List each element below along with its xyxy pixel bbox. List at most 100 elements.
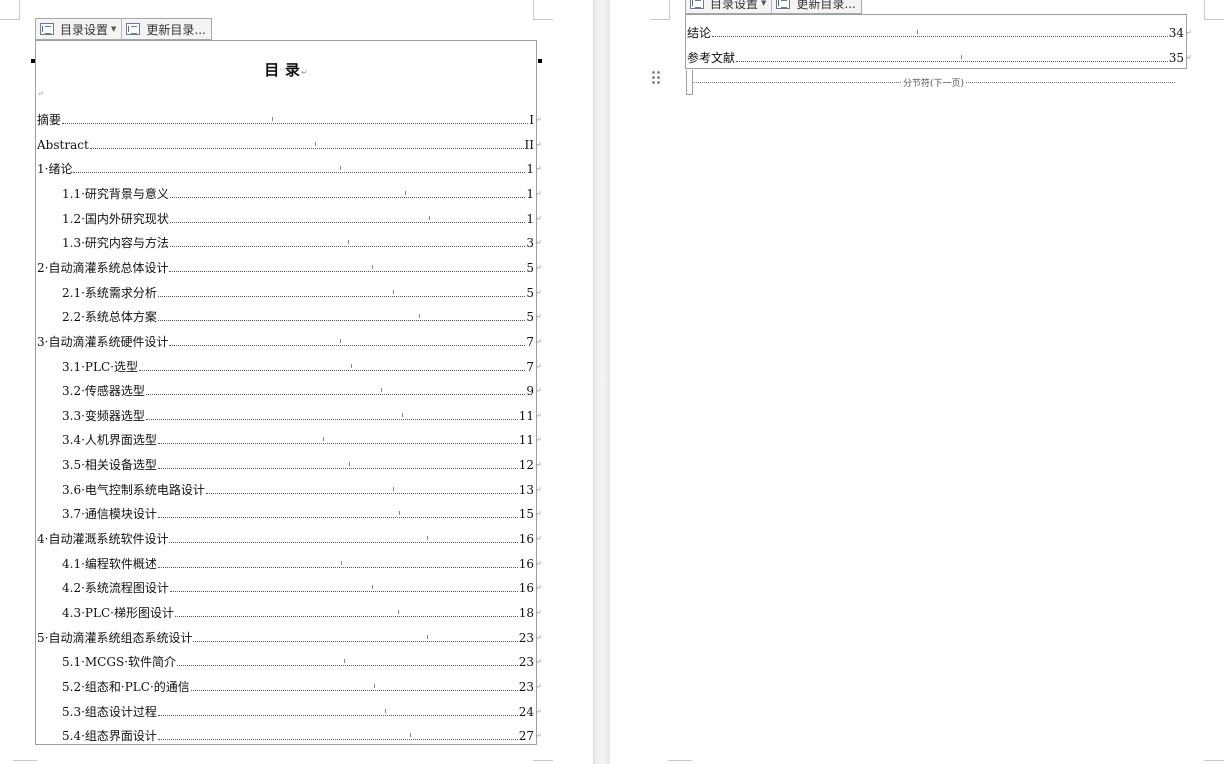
toc-page-number: 16: [518, 556, 534, 571]
toc-entry[interactable]: 3.3·变频器选型 11 ↵: [62, 407, 542, 423]
toc-entry-title: 3.2·传感器选型: [62, 384, 145, 399]
update-toc-button[interactable]: 更新目录...: [771, 0, 860, 13]
paragraph-mark-icon: ↵: [535, 509, 542, 519]
paragraph-mark-icon: ↵: [535, 460, 542, 470]
toc-entry[interactable]: 5·自动滴灌系统组态系统设计 23 ↵: [37, 629, 542, 645]
toc-entry[interactable]: 5.1·MCGS·软件简介 23 ↵: [62, 653, 542, 669]
toc-entry-title: 2·自动滴灌系统总体设计: [37, 260, 169, 275]
move-handle-icon[interactable]: [651, 70, 661, 86]
toc-entry[interactable]: 4·自动灌溉系统软件设计 16 ↵: [37, 530, 542, 546]
toc-page-number: 5: [526, 310, 534, 325]
tab-stop-mark: [373, 683, 375, 688]
toc-entry-title: 3.1·PLC·选型: [62, 359, 138, 374]
document-page-2[interactable]: [610, 0, 1230, 764]
paragraph-mark-icon: ↵: [535, 336, 542, 346]
toc-entry[interactable]: 3.4·人机界面选型 11 ↵: [62, 431, 542, 448]
tab-stop-mark: [371, 585, 373, 590]
toc-settings-button[interactable]: 目录设置 ▼: [36, 19, 121, 39]
toc-entry[interactable]: 结论 34 ↵: [687, 24, 1192, 40]
paragraph-mark-icon: ↵: [1185, 28, 1192, 37]
toc-entry[interactable]: 1·绪论 1 ↵: [37, 160, 542, 176]
toc-entry-title: 3.4·人机界面选型: [62, 433, 157, 448]
toc-entry-title: 4.3·PLC·梯形图设计: [62, 606, 174, 620]
toc-page-number: 27: [518, 729, 534, 744]
tab-stop-mark: [372, 264, 374, 269]
paragraph-mark-icon: ↵: [535, 361, 542, 371]
toc-entry-title: 3.7·通信模块设计: [62, 507, 157, 522]
toc-page-number: 7: [526, 334, 534, 349]
toc-entry[interactable]: 3.1·PLC·选型 7 ↵: [62, 358, 542, 374]
toc-entry[interactable]: 1.2·国内外研究现状 1 ↵: [62, 210, 542, 226]
selection-handle[interactable]: [538, 59, 542, 63]
toc-dot-leader: [145, 412, 518, 420]
toc-page-number: 34: [1168, 26, 1184, 40]
page-corner-mark: [1204, 760, 1224, 764]
toc-entry[interactable]: 4.1·编程软件概述 16 ↵: [62, 555, 542, 571]
toc-entry-title: 5.3·组态设计过程: [62, 704, 157, 719]
tab-stop-mark: [271, 117, 273, 121]
toc-entry[interactable]: 4.3·PLC·梯形图设计 18 ↵: [62, 604, 542, 620]
paragraph-mark-icon: ↵: [535, 238, 542, 248]
toc-page-number: I: [529, 113, 534, 127]
toc-entry-title: 参考文献: [687, 51, 736, 65]
toc-page-number: 11: [518, 408, 534, 423]
update-toc-label: 更新目录...: [146, 22, 206, 37]
toc-entry[interactable]: 5.2·组态和·PLC·的通信 23 ↵: [62, 678, 542, 694]
toc-entry[interactable]: 2.2·系统总体方案 5 ↵: [62, 308, 542, 325]
paragraph-mark-icon: ↵: [535, 435, 542, 445]
toc-dot-leader: [177, 659, 518, 667]
toc-entry[interactable]: 5.4·组态界面设计 27 ↵: [62, 727, 542, 744]
toc-dot-leader: [89, 141, 524, 149]
toc-page-number: 11: [518, 433, 534, 448]
toc-entry[interactable]: 参考文献 35 ↵: [687, 49, 1192, 65]
toc-dot-leader: [73, 166, 526, 174]
tab-stop-mark: [917, 30, 919, 34]
toc-entry[interactable]: 5.3·组态设计过程 24 ↵: [62, 703, 542, 719]
page-gap: [593, 0, 610, 764]
toc-entry[interactable]: 3.5·相关设备选型 12 ↵: [62, 456, 542, 473]
tab-stop-mark: [392, 486, 394, 491]
toc-entry[interactable]: Abstract II ↵: [37, 136, 542, 152]
toc-entry-title: 1.1·研究背景与意义: [62, 186, 169, 201]
paragraph-mark-icon: ↵: [535, 262, 542, 272]
toc-toolbar-page-2: 目录设置 ▼ 更新目录...: [685, 0, 862, 14]
toc-entry[interactable]: 2·自动滴灌系统总体设计 5 ↵: [37, 259, 542, 275]
toc-dot-leader: [62, 117, 529, 124]
selection-handle[interactable]: [31, 59, 35, 63]
paragraph-mark-icon: ↵: [535, 386, 542, 396]
tab-stop-mark: [427, 536, 429, 541]
toc-settings-label: 目录设置: [60, 22, 109, 37]
toc-page-number: 5: [526, 285, 534, 300]
toc-entry[interactable]: 3.2·传感器选型 9 ↵: [62, 382, 542, 399]
page-corner-mark: [533, 0, 553, 20]
toc-update-icon: [126, 23, 141, 35]
toc-settings-button[interactable]: 目录设置 ▼: [686, 0, 771, 13]
update-toc-label: 更新目录...: [796, 0, 856, 11]
toc-page-number: 23: [518, 630, 534, 645]
toc-page-number: 9: [526, 384, 534, 399]
toc-entry-title: Abstract: [37, 137, 89, 152]
toc-dot-leader: [157, 437, 518, 445]
paragraph-mark-icon: ↵: [535, 410, 542, 420]
toc-dot-leader: [157, 289, 526, 297]
toc-entry[interactable]: 3.7·通信模块设计 15 ↵: [62, 505, 542, 522]
toc-page-number: 24: [518, 704, 534, 719]
tab-stop-mark: [429, 215, 431, 220]
toc-page-number: 35: [1168, 51, 1184, 65]
tab-stop-mark: [426, 634, 428, 639]
toc-entry[interactable]: 2.1·系统需求分析 5 ↵: [62, 284, 542, 300]
toc-settings-label: 目录设置: [710, 0, 759, 11]
toc-entry[interactable]: 摘要 I ↵: [37, 111, 542, 127]
toc-entry[interactable]: 4.2·系统流程图设计 16 ↵: [62, 579, 542, 595]
tab-stop-mark: [340, 338, 342, 343]
toc-entry[interactable]: 1.1·研究背景与意义 1 ↵: [62, 185, 542, 201]
toc-entry-title: 3.5·相关设备选型: [62, 458, 157, 473]
toc-entry[interactable]: 1.3·研究内容与方法 3 ↵: [62, 234, 542, 250]
toc-entry[interactable]: 3.6·电气控制系统电路设计 13 ↵: [62, 481, 542, 497]
toc-dot-leader: [157, 511, 518, 519]
toc-title: 目··录↵: [36, 59, 536, 80]
tab-stop-mark: [398, 511, 400, 516]
toc-dot-leader: [138, 363, 526, 371]
toc-entry[interactable]: 3·自动滴灌系统硬件设计 7 ↵: [37, 333, 542, 349]
update-toc-button[interactable]: 更新目录...: [121, 19, 210, 39]
